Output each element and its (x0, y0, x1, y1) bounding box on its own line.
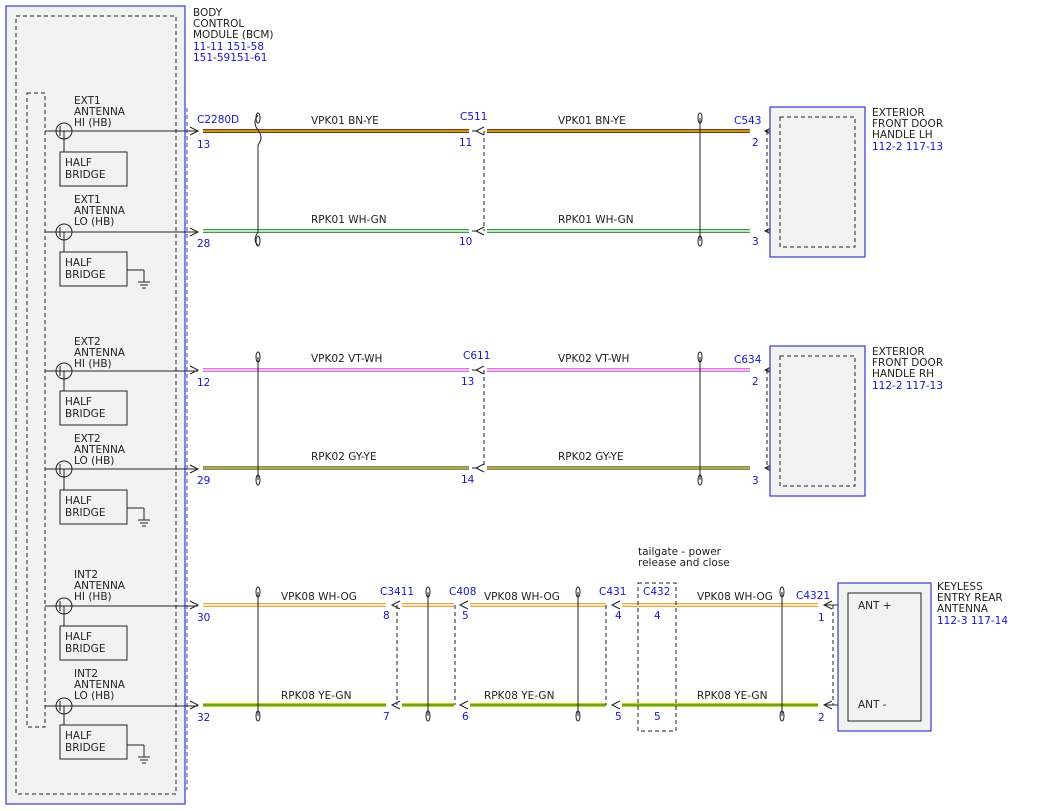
connector-c431[interactable]: C431 (599, 586, 626, 598)
half-bridge-label: HALF (65, 730, 92, 742)
half-bridge-label: BRIDGE (65, 269, 105, 281)
pin-number: 7 (383, 711, 390, 723)
connector-c4321[interactable]: C4321 (796, 590, 830, 602)
lh-title-3: HANDLE LH (872, 129, 933, 141)
wiring-diagram: BODY CONTROL MODULE (BCM) 11-11 151-58 1… (5, 5, 1008, 805)
half-bridge-label: BRIDGE (65, 169, 105, 181)
pin-number: 3 (752, 236, 759, 248)
twisted-pair-markers (254, 112, 785, 722)
pin-number: 8 (383, 610, 390, 622)
half-bridge-label: BRIDGE (65, 507, 105, 519)
bcm-title-3: MODULE (BCM) (193, 29, 274, 41)
wire-label: VPK01 BN-YE (558, 115, 626, 127)
pin-number: 6 (462, 711, 469, 723)
ant-plus-label: ANT + (858, 600, 892, 612)
antenna-label-3: HI (HB) (74, 117, 112, 129)
pin-number: 10 (459, 236, 472, 248)
wire-label: RPK01 WH-GN (558, 214, 634, 226)
half-bridge-label: HALF (65, 257, 92, 269)
wire-label: RPK08 YE-GN (484, 690, 554, 702)
wire-label: VPK01 BN-YE (311, 115, 379, 127)
pin-number: 13 (197, 139, 210, 151)
pin-number: 5 (462, 610, 469, 622)
half-bridge-label: HALF (65, 396, 92, 408)
antenna-label-3: HI (HB) (74, 591, 112, 603)
antenna-label-3: HI (HB) (74, 358, 112, 370)
wire-label: RPK08 YE-GN (697, 690, 767, 702)
pin-number: 12 (197, 377, 210, 389)
pin-number: 11 (459, 137, 472, 149)
connector-c2280d[interactable]: C2280D (197, 114, 239, 126)
pin-number: 2 (752, 137, 759, 149)
wire-label: VPK08 WH-OG (281, 591, 357, 603)
rear-title-3: ANTENNA (937, 603, 989, 615)
pin-number: 29 (197, 475, 210, 487)
connector-c511[interactable]: C511 (460, 111, 487, 123)
antenna-label-3: LO (HB) (74, 690, 114, 702)
half-bridge-label: HALF (65, 631, 92, 643)
wire-label: VPK08 WH-OG (697, 591, 773, 603)
pin-number: 5 (654, 711, 661, 723)
half-bridge-label: HALF (65, 495, 92, 507)
wire-label: RPK08 YE-GN (281, 690, 351, 702)
pin-number: 4 (654, 610, 661, 622)
connector-arrows (189, 126, 848, 710)
tailgate-note-2: release and close (638, 557, 730, 569)
wire-label: VPK02 VT-WH (558, 353, 629, 365)
connector-c611[interactable]: C611 (463, 350, 490, 362)
antenna-label-3: LO (HB) (74, 216, 114, 228)
ant-minus-label: ANT - (858, 699, 887, 711)
antenna-label-3: LO (HB) (74, 455, 114, 467)
wire-label: VPK08 WH-OG (484, 591, 560, 603)
half-bridge-label: BRIDGE (65, 742, 105, 754)
connector-c634[interactable]: C634 (734, 354, 762, 366)
front-door-handle-lh[interactable] (769, 106, 866, 258)
rh-ref[interactable]: 112-2 117-13 (872, 380, 943, 392)
wire-label: RPK02 GY-YE (311, 451, 377, 463)
wire-rpk08[interactable] (203, 703, 818, 707)
pin-number: 1 (818, 612, 825, 624)
rear-ref[interactable]: 112-3 117-14 (937, 615, 1008, 627)
connector-c543[interactable]: C543 (734, 115, 761, 127)
pin-number: 14 (461, 474, 475, 486)
lh-ref[interactable]: 112-2 117-13 (872, 141, 943, 153)
pin-number: 5 (615, 711, 622, 723)
half-bridge-label: BRIDGE (65, 643, 105, 655)
pin-number: 2 (752, 376, 759, 388)
connector-c408[interactable]: C408 (449, 586, 476, 598)
wire-label: RPK02 GY-YE (558, 451, 624, 463)
pin-number: 2 (818, 712, 825, 724)
wire-vpk08[interactable] (203, 603, 818, 607)
pin-number: 28 (197, 238, 210, 250)
front-door-handle-rh[interactable] (769, 345, 866, 497)
rh-title-3: HANDLE RH (872, 368, 934, 380)
pin-number: 13 (461, 376, 474, 388)
pin-number: 32 (197, 712, 210, 724)
half-bridge-label: BRIDGE (65, 408, 105, 420)
connector-c3411[interactable]: C3411 (380, 586, 414, 598)
pin-number: 4 (615, 610, 622, 622)
connector-c432[interactable]: C432 (643, 586, 670, 598)
wire-label: VPK02 VT-WH (311, 353, 382, 365)
pin-number: 30 (197, 612, 210, 624)
half-bridge-label: HALF (65, 157, 92, 169)
bcm-ref-2[interactable]: 151-59151-61 (193, 52, 267, 64)
pin-number: 3 (752, 475, 759, 487)
wire-label: RPK01 WH-GN (311, 214, 387, 226)
